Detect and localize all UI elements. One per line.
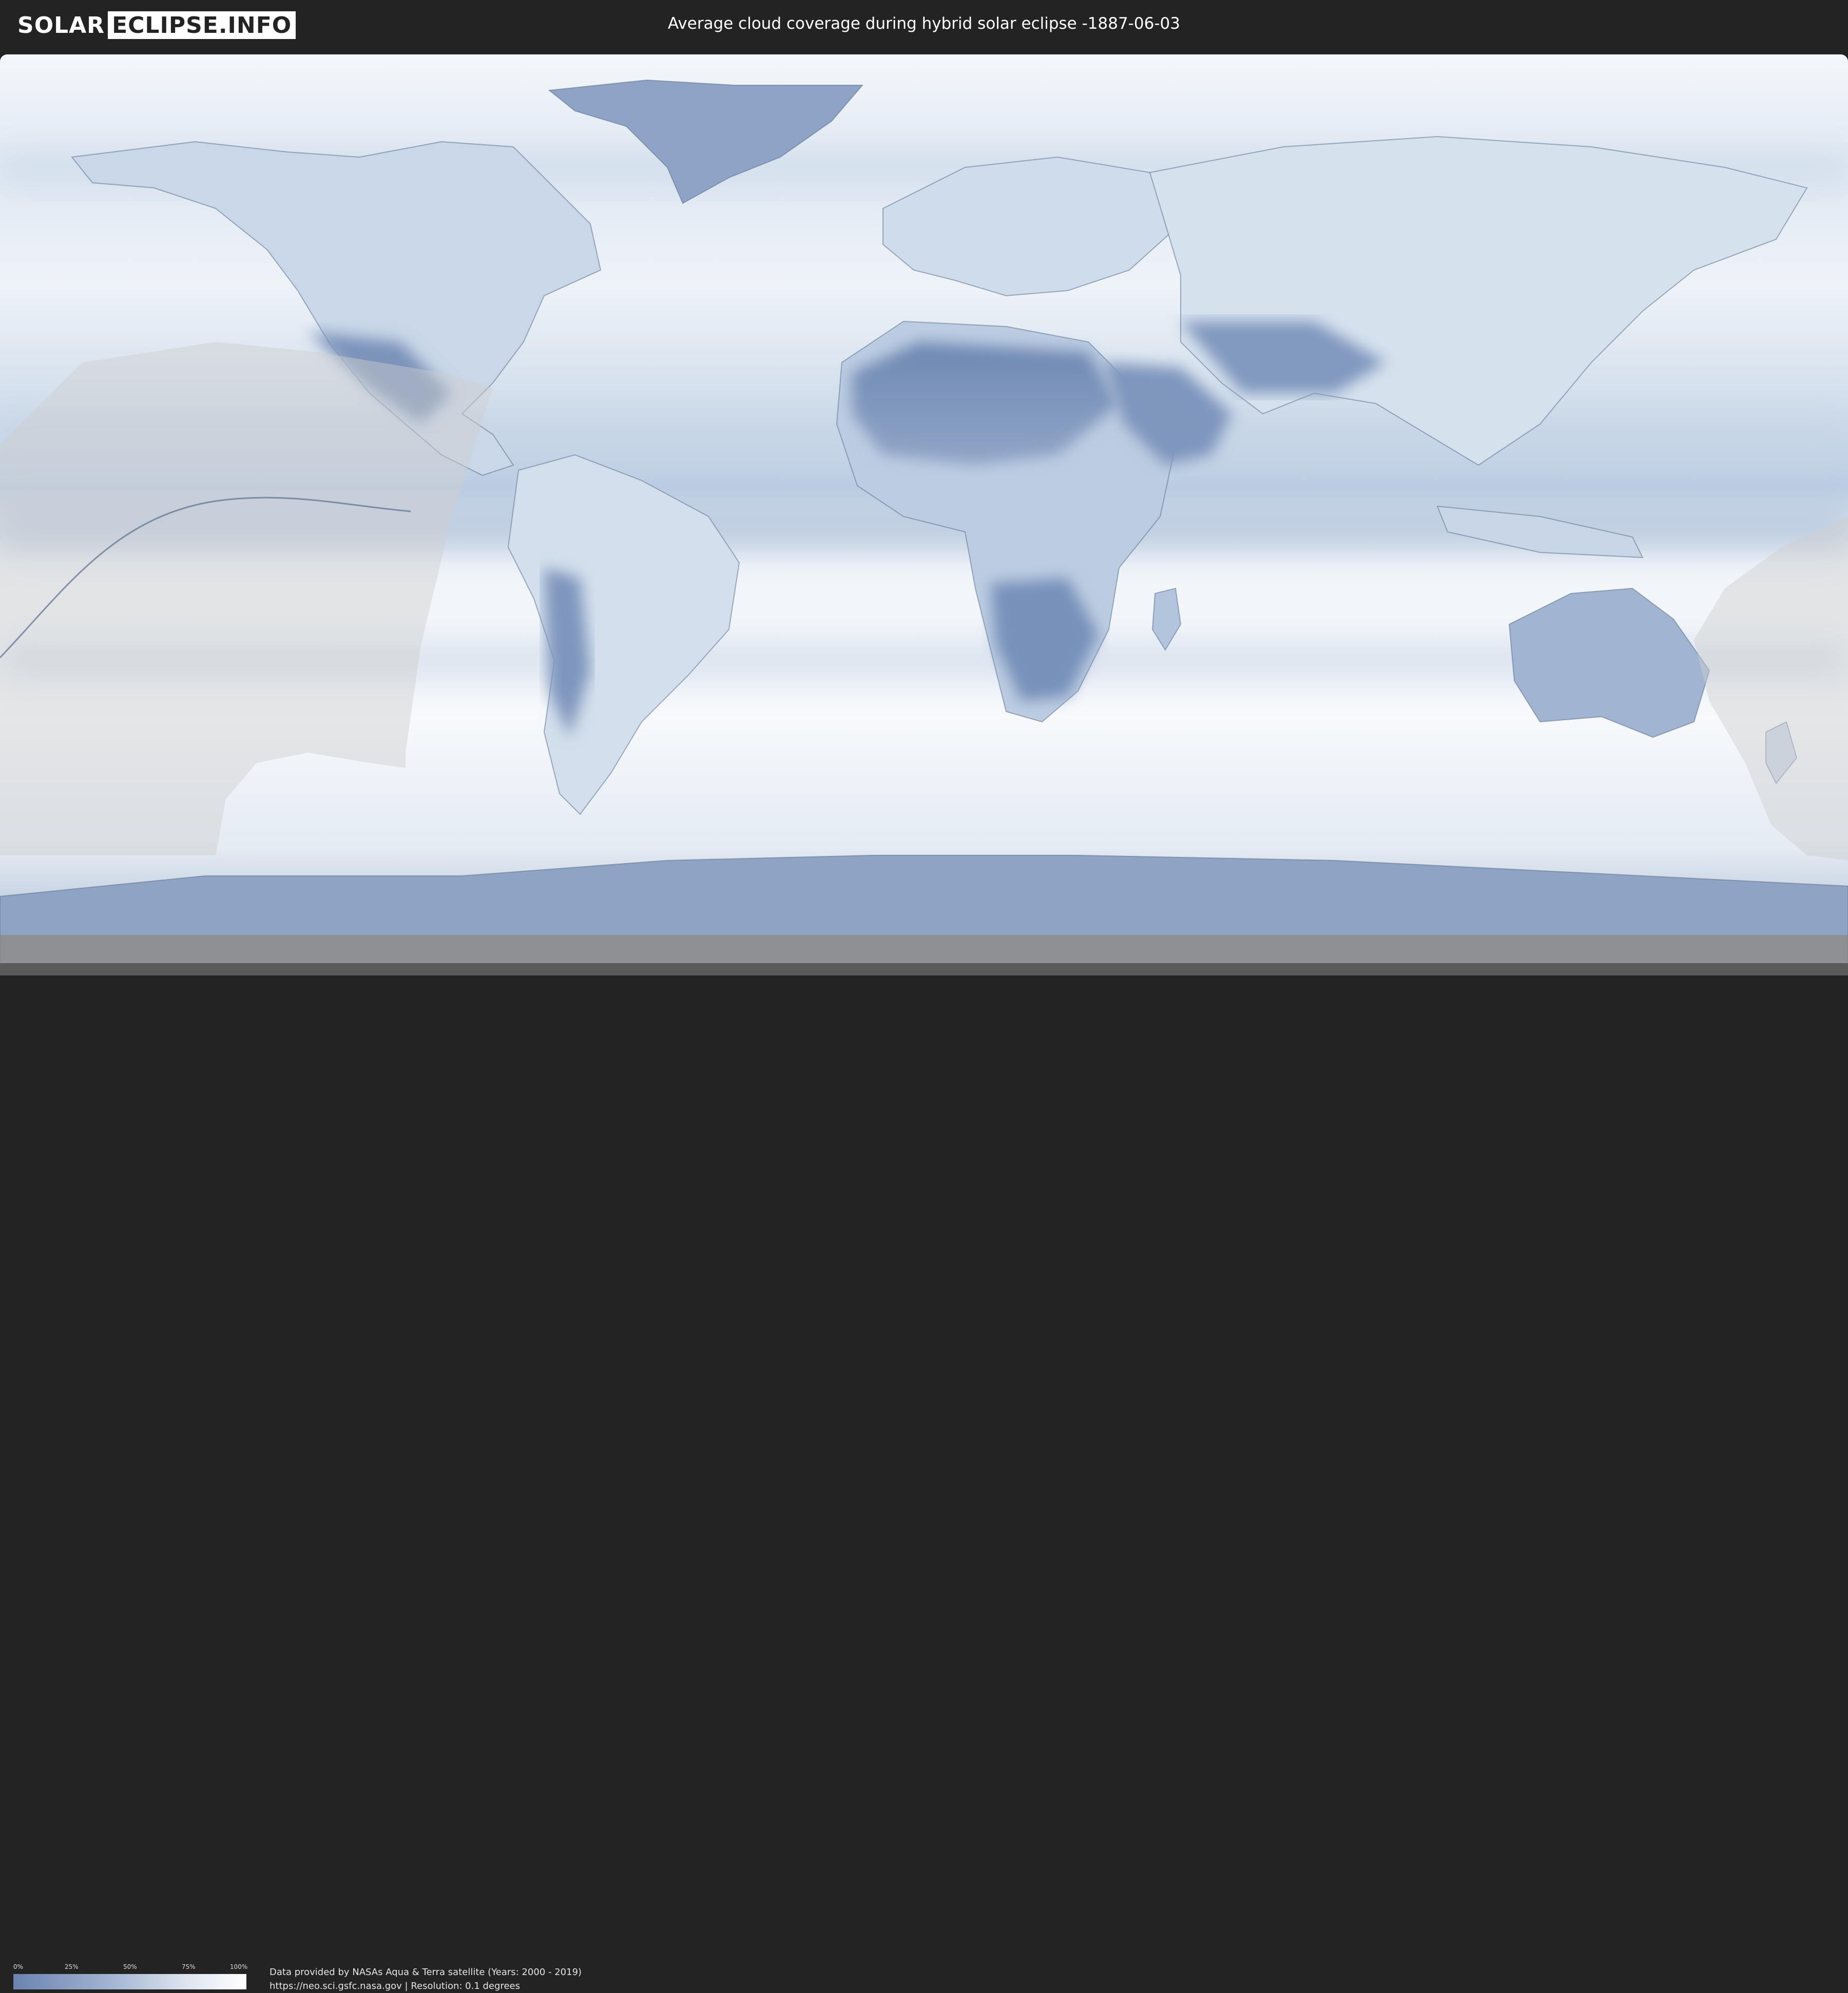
credits-source: Data provided by NASAs Aqua & Terra sate… (270, 1967, 582, 1978)
footer-bar: 0% 25% 50% 75% 100% Data provided by NAS… (0, 975, 1848, 1991)
header-bar: SOLAR ECLIPSE.INFO Average cloud coverag… (0, 0, 1848, 51)
cloud-coverage-map[interactable] (0, 54, 1848, 975)
legend-tick: 100% (230, 1963, 248, 1970)
map-bottom-edge (0, 963, 1848, 975)
legend-ticks: 0% 25% 50% 75% 100% (13, 1963, 248, 1970)
legend-tick: 25% (65, 1963, 79, 1970)
world-map-svg (0, 54, 1848, 975)
data-credits: Data provided by NASAs Aqua & Terra sate… (270, 1965, 582, 1993)
legend-color-bar (13, 1974, 246, 1989)
legend-tick: 50% (123, 1963, 137, 1970)
polar-band (0, 935, 1848, 963)
page-title: Average cloud coverage during hybrid sol… (668, 14, 1180, 33)
legend-tick: 0% (13, 1963, 24, 1970)
credits-link[interactable]: https://neo.sci.gsfc.nasa.gov | Resoluti… (270, 1979, 582, 1993)
legend-tick: 75% (182, 1963, 196, 1970)
